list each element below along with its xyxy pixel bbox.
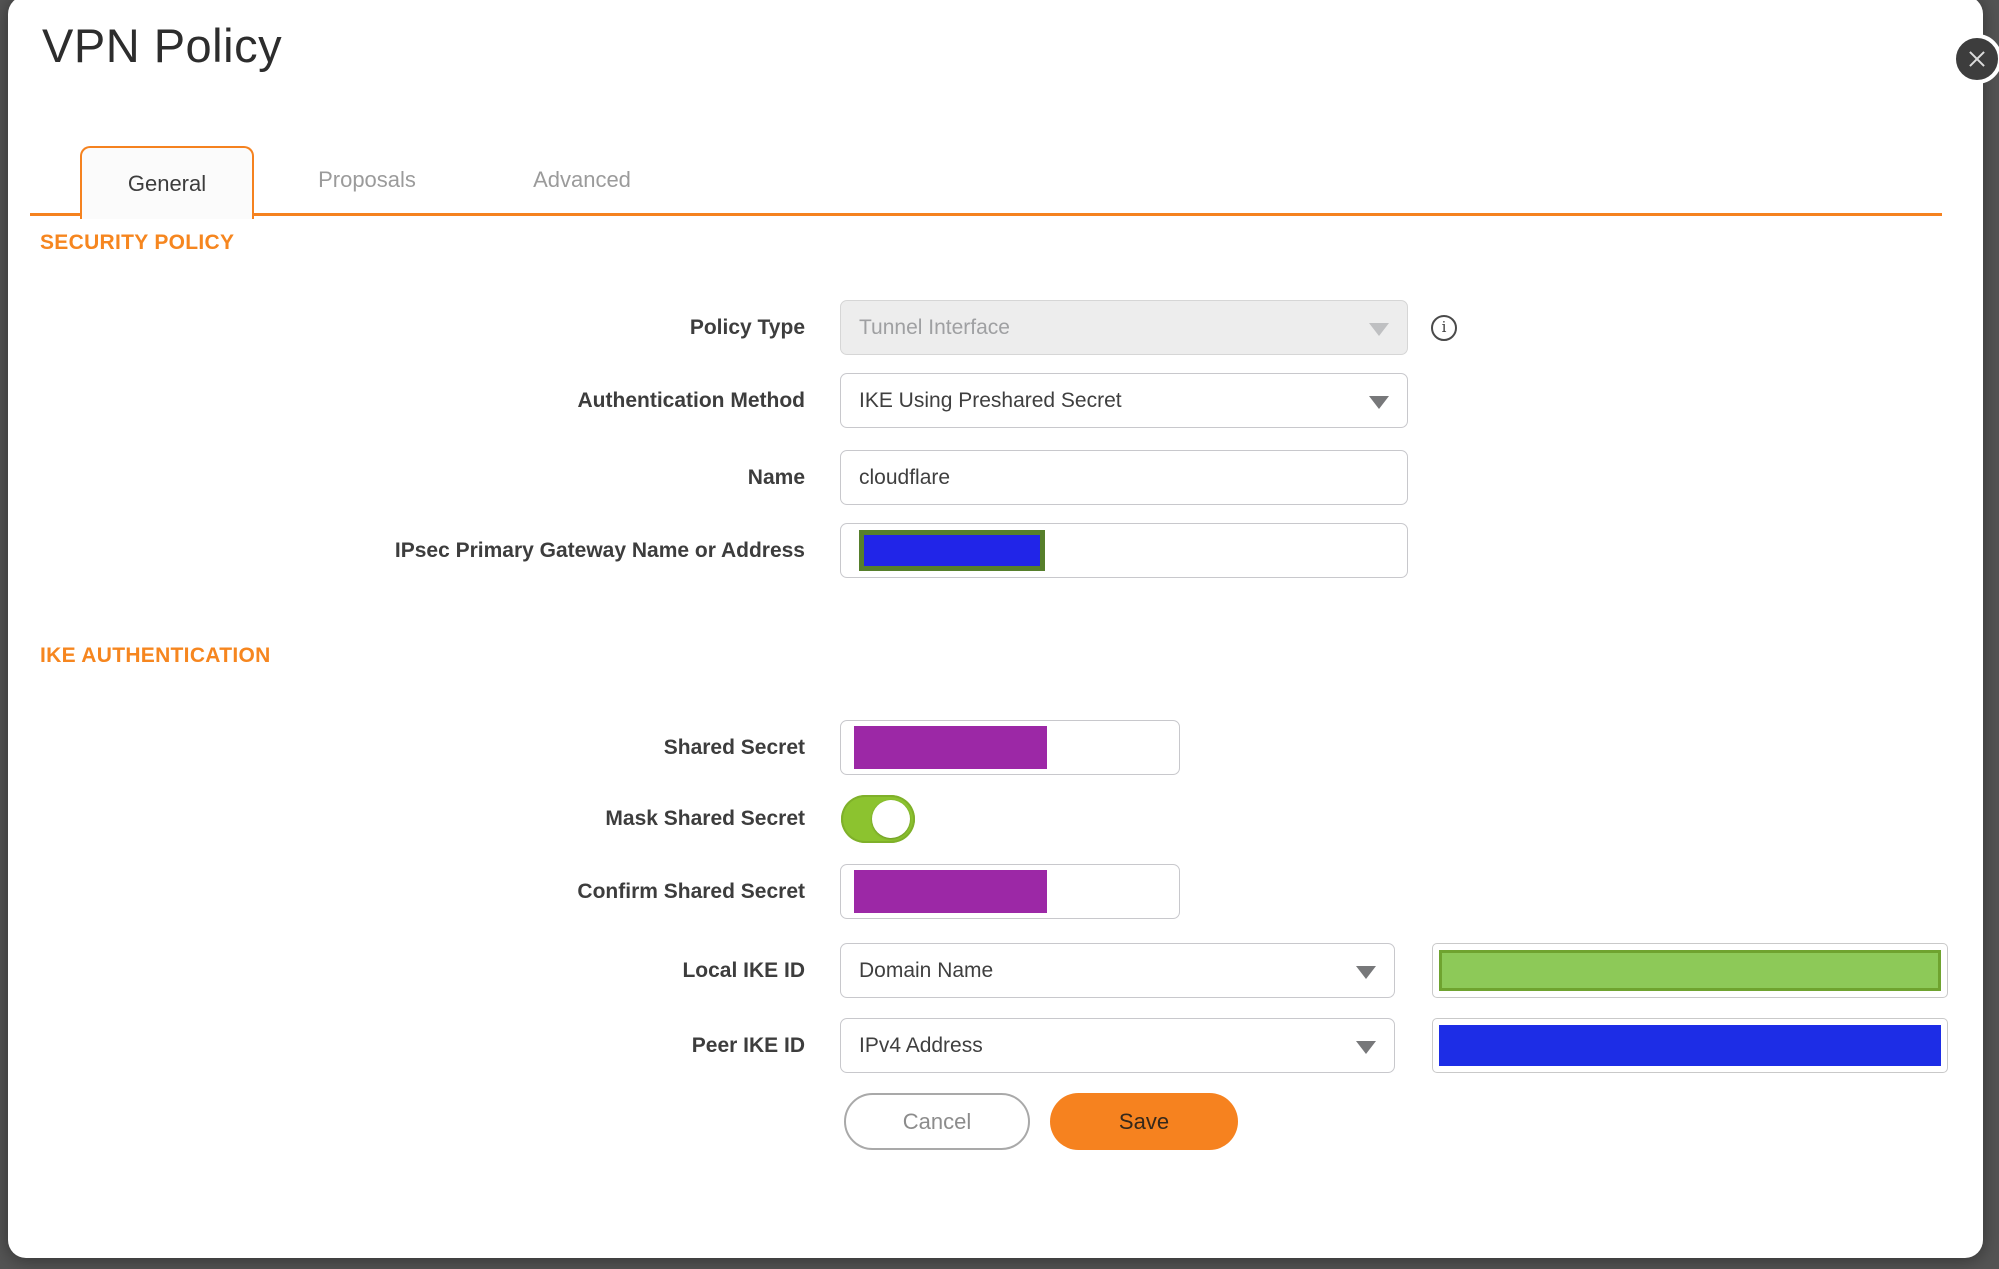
name-label: Name [747,465,805,489]
shared-secret-input[interactable] [840,720,1180,775]
peer-ike-id-label: Peer IKE ID [691,1033,805,1057]
name-row: Name [0,450,1999,505]
policy-type-label: Policy Type [689,315,805,339]
auth-method-value: IKE Using Preshared Secret [859,388,1122,412]
peer-ike-id-select[interactable]: IPv4 Address [840,1018,1395,1073]
peer-ike-id-type: IPv4 Address [859,1033,983,1057]
shared-secret-redaction [854,726,1047,769]
local-ike-id-value-input[interactable] [1432,943,1948,998]
auth-method-label: Authentication Method [577,388,805,412]
page-title: VPN Policy [42,19,283,72]
tab-underline [30,213,1942,216]
security-policy-heading: SECURITY POLICY [40,231,235,254]
mask-shared-secret-row: Mask Shared Secret [0,795,1999,850]
tab-general-label: General [127,170,207,196]
peer-ike-id-value-input[interactable] [1432,1018,1948,1073]
toggle-knob [872,800,910,838]
confirm-shared-secret-label: Confirm Shared Secret [577,879,805,903]
policy-type-value: Tunnel Interface [859,315,1010,339]
local-ike-id-row: Local IKE ID Domain Name [0,943,1999,998]
local-ike-id-redaction [1439,950,1941,991]
auth-method-row: Authentication Method IKE Using Preshare… [0,373,1999,428]
local-ike-id-type: Domain Name [859,958,994,982]
tab-proposals-label: Proposals [318,166,416,192]
ike-authentication-heading: IKE AUTHENTICATION [40,644,271,667]
chevron-down-icon [1369,396,1389,409]
local-ike-id-label: Local IKE ID [682,958,805,982]
save-button[interactable]: Save [1050,1093,1238,1150]
gateway-row: IPsec Primary Gateway Name or Address [0,523,1999,578]
chevron-down-icon [1356,1041,1376,1054]
mask-shared-secret-toggle[interactable] [841,795,915,843]
cancel-button[interactable]: Cancel [844,1093,1030,1150]
gateway-label: IPsec Primary Gateway Name or Address [394,538,805,562]
peer-ike-id-row: Peer IKE ID IPv4 Address [0,1018,1999,1073]
gateway-input[interactable] [840,523,1408,578]
tab-general[interactable]: General [80,146,254,219]
policy-type-select: Tunnel Interface [840,300,1408,355]
confirm-shared-secret-input[interactable] [840,864,1180,919]
vpn-policy-modal: VPN Policy General Proposals Advanced SE… [0,0,1999,1269]
save-button-label: Save [1118,1108,1170,1134]
cancel-button-label: Cancel [902,1108,972,1134]
policy-type-row: Policy Type Tunnel Interface [0,300,1999,355]
close-icon [1968,50,1986,68]
info-icon[interactable] [1431,315,1457,341]
peer-ike-id-redaction [1439,1025,1941,1066]
local-ike-id-select[interactable]: Domain Name [840,943,1395,998]
shared-secret-label: Shared Secret [663,735,805,759]
mask-shared-secret-label: Mask Shared Secret [605,807,805,830]
tab-proposals[interactable]: Proposals [282,146,452,213]
gateway-redaction [859,530,1045,571]
confirm-shared-secret-row: Confirm Shared Secret [0,864,1999,919]
tab-advanced[interactable]: Advanced [497,146,667,213]
confirm-shared-secret-redaction [854,870,1047,913]
chevron-down-icon [1356,966,1376,979]
name-input[interactable] [841,450,1407,505]
shared-secret-row: Shared Secret [0,720,1999,775]
chevron-down-icon [1369,323,1389,336]
tab-advanced-label: Advanced [533,166,631,192]
close-button[interactable] [1952,34,1999,84]
auth-method-select[interactable]: IKE Using Preshared Secret [840,373,1408,428]
name-field-wrap [840,450,1408,505]
